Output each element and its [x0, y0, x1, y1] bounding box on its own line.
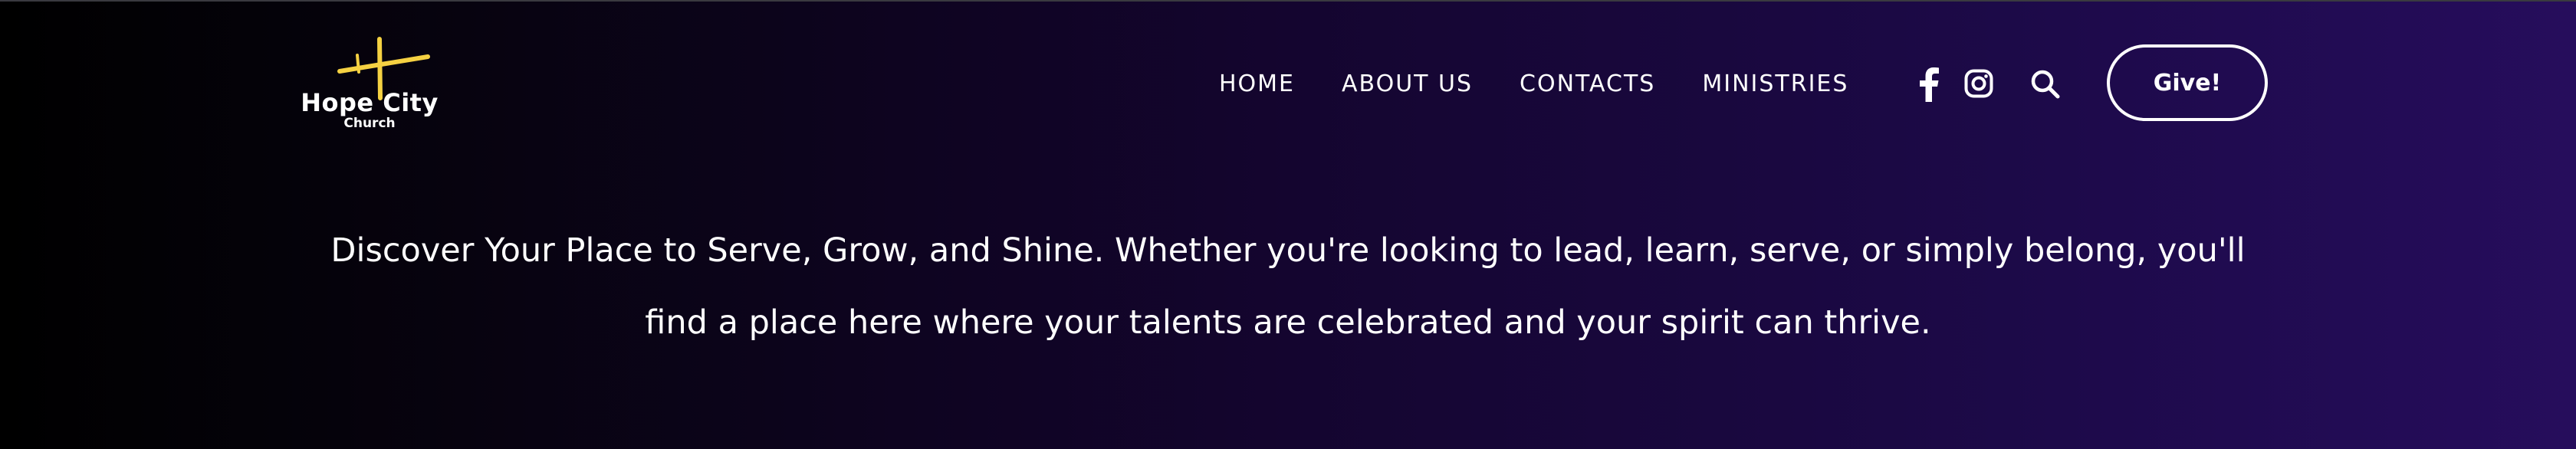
hero-tagline: Discover Your Place to Serve, Grow, and …: [291, 215, 2285, 359]
main-nav: HOME ABOUT US CONTACTS MINISTRIES: [1219, 65, 1848, 102]
give-button[interactable]: Give!: [2107, 44, 2268, 121]
hero-tagline-line-1: Discover Your Place to Serve, Grow, and …: [330, 231, 2246, 270]
nav-item-ministries[interactable]: MINISTRIES: [1702, 70, 1848, 97]
hero-tagline-line-2: find a place here where your talents are…: [645, 303, 1931, 342]
site-logo[interactable]: Hope City Church: [301, 34, 439, 137]
nav-item-about-us[interactable]: ABOUT US: [1342, 70, 1473, 97]
nav-item-contacts[interactable]: CONTACTS: [1520, 70, 1655, 97]
brand-subtitle: Church: [343, 116, 396, 131]
top-divider: [0, 0, 2576, 2]
brand-name: Hope City: [301, 88, 439, 117]
instagram-icon[interactable]: [1964, 69, 1993, 98]
nav-item-home[interactable]: HOME: [1219, 70, 1295, 97]
facebook-icon[interactable]: [1918, 67, 1940, 102]
search-icon[interactable]: [2030, 69, 2061, 100]
